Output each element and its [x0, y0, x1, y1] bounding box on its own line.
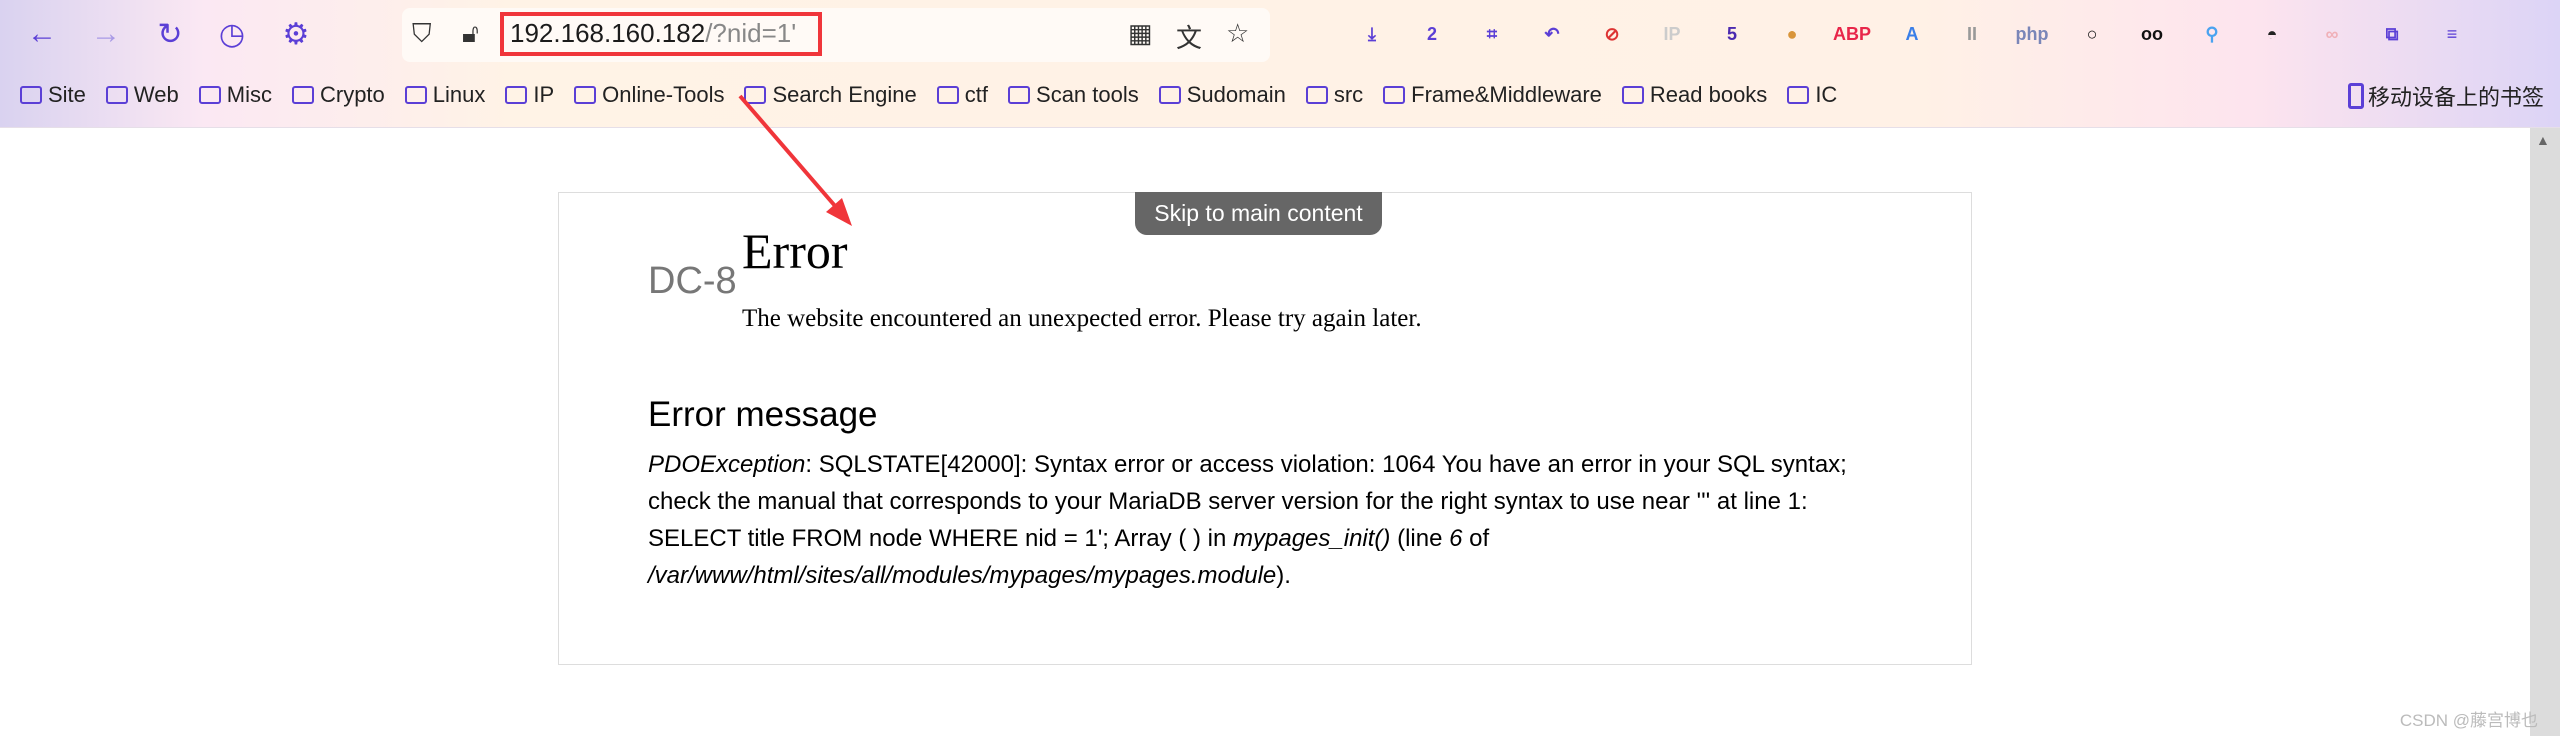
watermark: CSDN @藤宫博也 — [2399, 711, 2538, 730]
annotation-arrow — [738, 94, 852, 226]
arrow-line — [738, 94, 844, 216]
